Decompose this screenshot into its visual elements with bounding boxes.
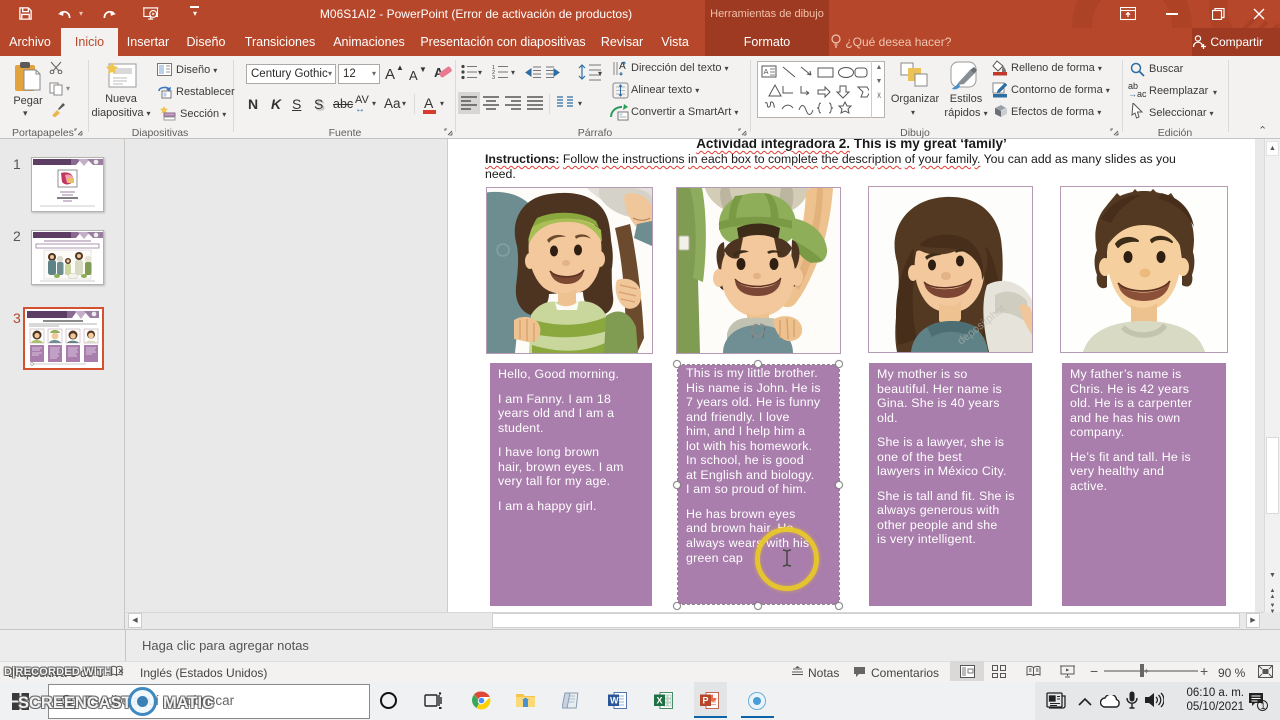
svg-text:W: W — [610, 696, 619, 706]
svg-text:X: X — [657, 696, 663, 706]
svg-text:3: 3 — [492, 75, 495, 80]
svg-text:▾: ▾ — [598, 69, 602, 78]
svg-text:A: A — [764, 67, 769, 76]
svg-text:▾: ▾ — [478, 68, 482, 77]
svg-text:1: 1 — [1261, 701, 1266, 711]
svg-text:▾: ▾ — [511, 68, 515, 77]
svg-text:P: P — [703, 696, 709, 706]
